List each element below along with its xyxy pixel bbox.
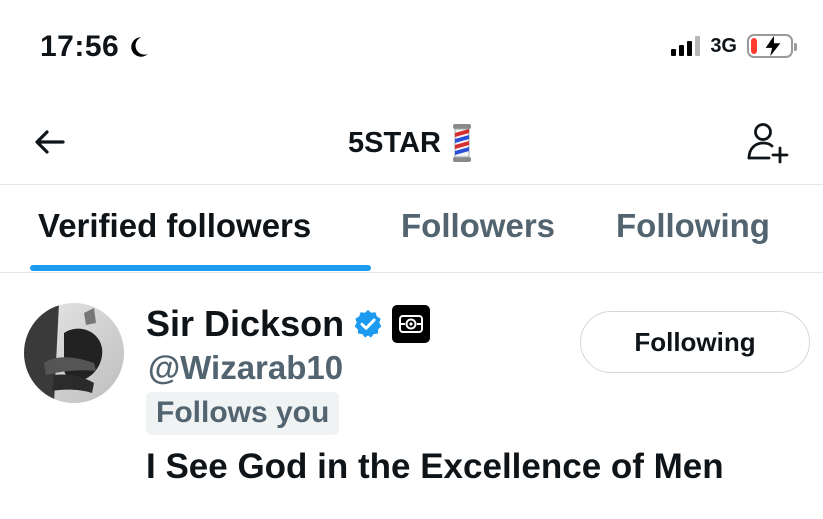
follows-you-badge: Follows you [146, 392, 340, 435]
barber-pole-icon [452, 124, 471, 162]
active-tab-indicator [30, 265, 371, 271]
battery-icon [747, 34, 797, 58]
charging-bolt-icon [765, 35, 781, 57]
tab-followers[interactable]: Followers [401, 207, 555, 245]
user-handle: @Wizarab10 [148, 349, 344, 386]
tab-verified-followers[interactable]: Verified followers [38, 207, 311, 245]
follow-tabs: Verified followers Followers Following [0, 185, 823, 273]
avatar[interactable] [24, 303, 124, 403]
profile-header: 5STAR [0, 110, 823, 174]
avatar-photo [24, 303, 124, 403]
verified-check-icon [354, 310, 382, 338]
list-item-user[interactable]: Sir Dickson @Wizarab10 Follows you I See… [0, 273, 823, 519]
user-bio: I See God in the Excellence of Men [146, 447, 724, 486]
battery-level [751, 38, 757, 54]
user-name-line: Sir Dickson [146, 303, 431, 345]
status-time: 17:56 [40, 30, 151, 64]
status-bar: 17:56 3G [0, 0, 823, 100]
moon-icon [131, 37, 148, 57]
network-type: 3G [710, 34, 737, 57]
affiliate-badge-icon[interactable] [392, 305, 431, 343]
following-button[interactable]: Following [580, 311, 810, 373]
tab-following[interactable]: Following [616, 207, 770, 245]
time-text: 17:56 [40, 30, 120, 63]
add-user-icon[interactable] [743, 118, 791, 166]
status-indicators: 3G [671, 34, 797, 58]
cellular-signal-icon [671, 36, 701, 56]
page-title-text: 5STAR [348, 126, 441, 159]
page-title: 5STAR [0, 124, 823, 162]
affiliate-logo-icon [399, 315, 424, 333]
user-display-name[interactable]: Sir Dickson [146, 303, 344, 345]
